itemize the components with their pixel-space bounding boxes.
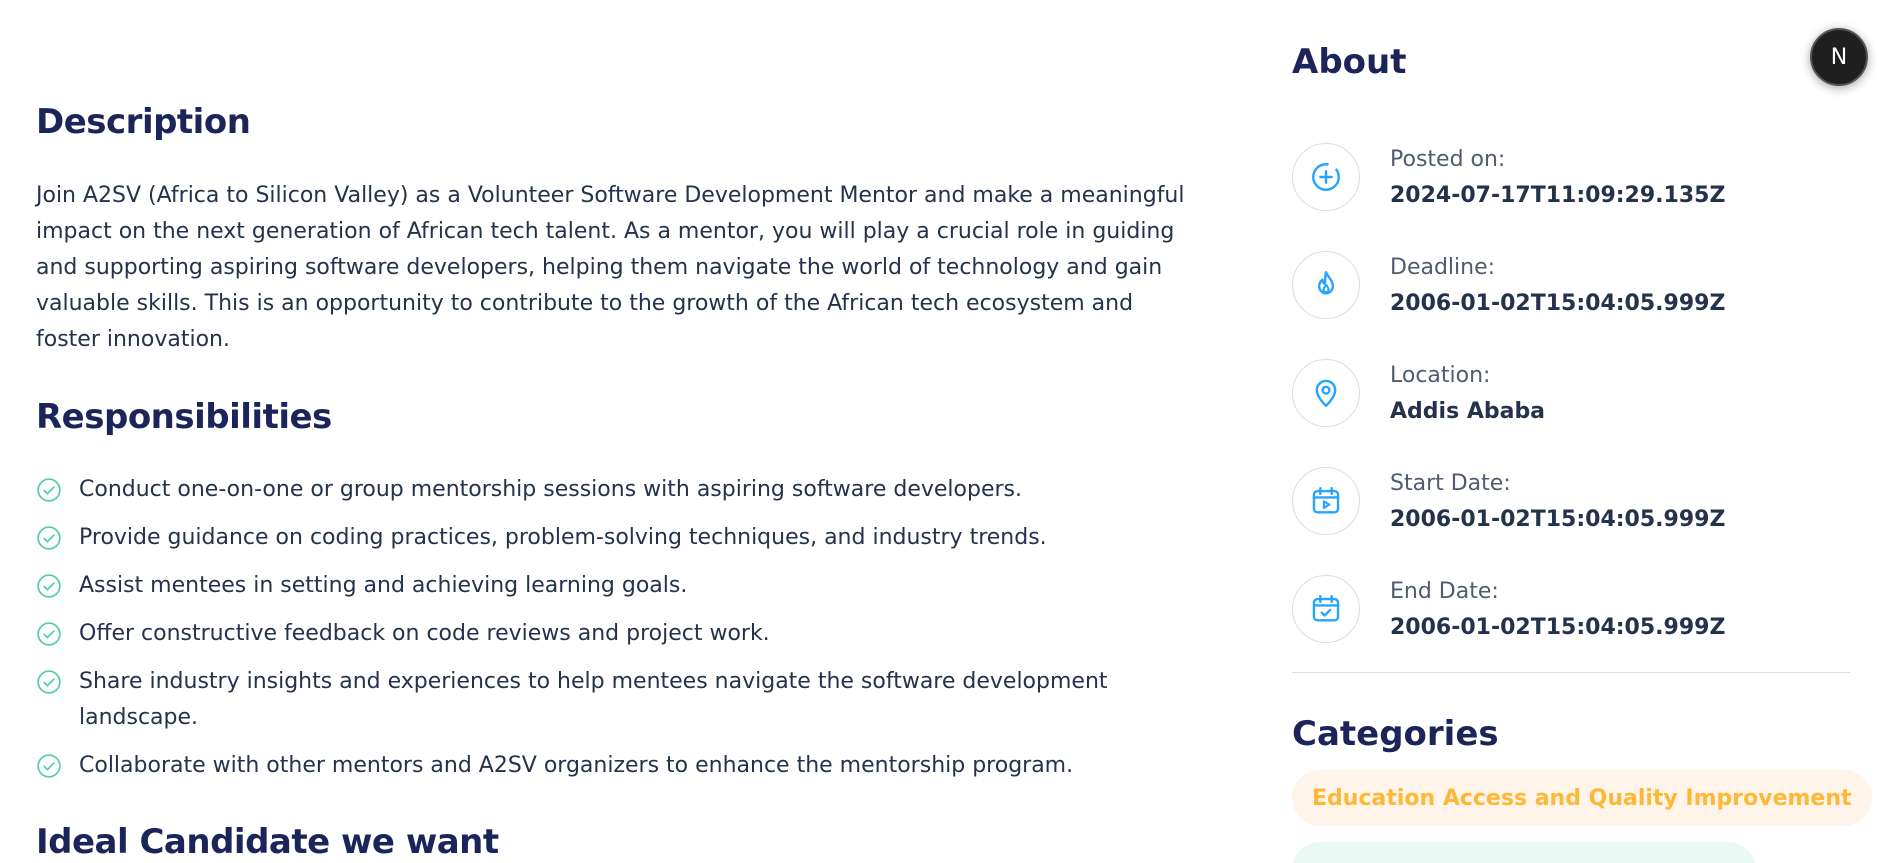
description-heading: Description	[36, 102, 251, 142]
categories-heading: Categories	[1292, 714, 1499, 754]
description-text: Join A2SV (Africa to Silicon Valley) as …	[36, 183, 1185, 352]
ideal-candidate-heading: Ideal Candidate we want	[36, 822, 499, 862]
posted-on-label: Posted on:	[1390, 147, 1506, 172]
posted-on-value: 2024-07-17T11:09:29.135Z	[1390, 183, 1726, 208]
end-date-value: 2006-01-02T15:04:05.999Z	[1390, 615, 1726, 640]
start-date-label: Start Date:	[1390, 471, 1511, 496]
responsibility-text: Collaborate with other mentors and A2SV …	[79, 753, 1074, 778]
start-date-info: Start Date: 2006-01-02T15:04:05.999Z	[1292, 467, 1792, 537]
responsibility-item: Collaborate with other mentors and A2SV …	[36, 748, 1136, 784]
start-date-value: 2006-01-02T15:04:05.999Z	[1390, 507, 1726, 532]
posted-on-info: Posted on: 2024-07-17T11:09:29.135Z	[1292, 143, 1792, 213]
responsibility-text: Offer constructive feedback on code revi…	[79, 621, 770, 646]
deadline-info: Deadline: 2006-01-02T15:04:05.999Z	[1292, 251, 1792, 321]
fire-icon	[1292, 251, 1360, 319]
responsibility-item: Conduct one-on-one or group mentorship s…	[36, 472, 1136, 508]
user-avatar-button[interactable]: N	[1810, 28, 1868, 86]
location-info: Location: Addis Ababa	[1292, 359, 1792, 429]
responsibilities-list: Conduct one-on-one or group mentorship s…	[36, 472, 1136, 796]
responsibility-item: Provide guidance on coding practices, pr…	[36, 520, 1136, 556]
deadline-label: Deadline:	[1390, 255, 1496, 280]
check-circle-icon	[36, 573, 62, 599]
location-pin-icon	[1292, 359, 1360, 427]
location-value: Addis Ababa	[1390, 399, 1546, 424]
responsibility-text: Share industry insights and experiences …	[79, 669, 1108, 730]
calendar-check-icon	[1292, 575, 1360, 643]
responsibilities-heading: Responsibilities	[36, 397, 332, 437]
check-circle-icon	[36, 477, 62, 503]
calendar-play-icon	[1292, 467, 1360, 535]
location-label: Location:	[1390, 363, 1491, 388]
category-tag: Education Access and Quality Improvement	[1292, 770, 1872, 826]
end-date-info: End Date: 2006-01-02T15:04:05.999Z	[1292, 575, 1792, 645]
check-circle-icon	[36, 525, 62, 551]
responsibility-text: Provide guidance on coding practices, pr…	[79, 525, 1047, 550]
about-heading: About	[1292, 42, 1407, 82]
avatar-letter: N	[1830, 44, 1848, 70]
responsibility-item: Assist mentees in setting and achieving …	[36, 568, 1136, 604]
sidebar-divider	[1292, 672, 1850, 673]
check-circle-icon	[36, 669, 62, 695]
end-date-label: End Date:	[1390, 579, 1499, 604]
plus-circle-icon	[1292, 143, 1360, 211]
responsibility-text: Conduct one-on-one or group mentorship s…	[79, 477, 1022, 502]
responsibility-item: Share industry insights and experiences …	[36, 664, 1136, 736]
check-circle-icon	[36, 753, 62, 779]
responsibility-text: Assist mentees in setting and achieving …	[79, 573, 688, 598]
deadline-value: 2006-01-02T15:04:05.999Z	[1390, 291, 1726, 316]
category-tag	[1292, 842, 1756, 863]
check-circle-icon	[36, 621, 62, 647]
responsibility-item: Offer constructive feedback on code revi…	[36, 616, 1136, 652]
